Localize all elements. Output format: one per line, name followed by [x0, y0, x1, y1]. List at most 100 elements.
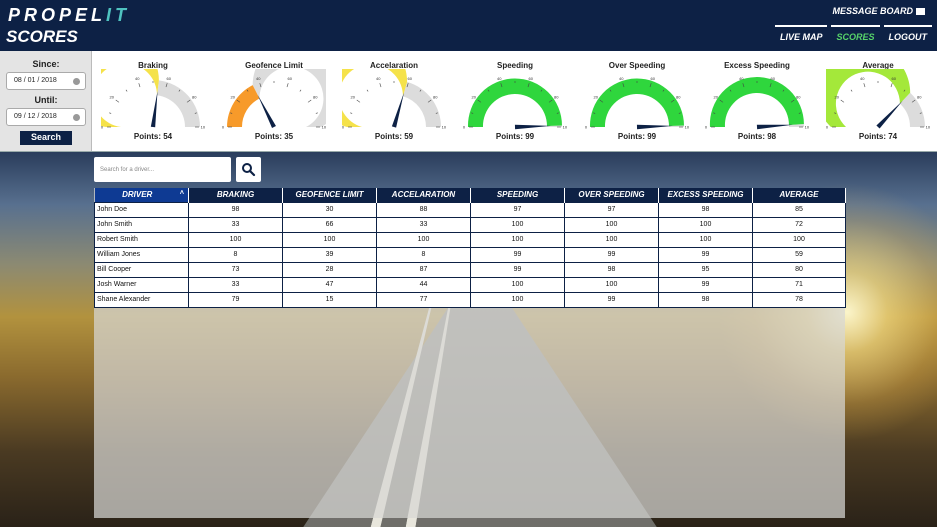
- gauge-tick-label: 100: [926, 125, 930, 130]
- score-cell: 97: [564, 201, 659, 218]
- gauge-tick: [307, 99, 312, 103]
- gauge-tick-label: 80: [554, 95, 559, 100]
- score-cell: 100: [564, 216, 659, 233]
- driver-search-input[interactable]: Search for a driver...: [94, 157, 231, 182]
- score-cell: 33: [188, 216, 283, 233]
- gauge-tick: [315, 112, 318, 114]
- gauge-tick-label: 0: [705, 125, 708, 130]
- driver-name-cell: John Smith: [94, 216, 189, 233]
- gauge-tick-label: 20: [110, 95, 115, 100]
- score-cell: 100: [470, 216, 565, 233]
- gauge-tick-label: 60: [167, 76, 172, 81]
- table-row[interactable]: Josh Warner 33 47 44 100 100 99 71: [94, 276, 846, 293]
- gauge-excess-speeding: Excess SpeedingPoints: 98020406080100: [705, 59, 809, 149]
- until-label: Until:: [34, 95, 58, 105]
- gauge-dial: 0 20 40 60 80 100: [222, 69, 326, 130]
- gauge-tick: [850, 89, 853, 92]
- column-header[interactable]: OVER SPEEDING: [564, 188, 659, 202]
- table-row[interactable]: Shane Alexander 79 15 77 100 99 98 78: [94, 291, 846, 308]
- nav-live-map[interactable]: LIVE MAP: [774, 25, 828, 46]
- gauge-tick-label: 20: [594, 95, 599, 100]
- gauge-tick-label: 20: [351, 95, 356, 100]
- search-submit-button[interactable]: [236, 157, 261, 182]
- message-board-link[interactable]: MESSAGE BOARD: [832, 6, 925, 16]
- column-header[interactable]: BRAKING: [188, 188, 283, 202]
- column-header[interactable]: AVERAGE: [752, 188, 846, 202]
- driver-name-cell: William Jones: [94, 246, 189, 263]
- table-body: John Doe 98 30 88 97 97 98 85 John Smith 33 66 33 10…: [94, 201, 846, 308]
- gauge-tick: [379, 83, 382, 88]
- gauge-points: Points: 99: [617, 132, 657, 141]
- score-cell: 15: [282, 291, 377, 308]
- gauge-over-speeding: Over SpeedingPoints: 99020406080100: [585, 59, 689, 149]
- gauge-fill: [227, 85, 260, 127]
- message-board-label: MESSAGE BOARD: [832, 6, 913, 16]
- driver-name-cell: Robert Smith: [94, 231, 189, 248]
- gauge-tick-label: 100: [201, 125, 205, 130]
- nav-logout[interactable]: LOGOUT: [883, 25, 932, 46]
- gauge-tick-label: 100: [563, 125, 567, 130]
- until-date-input[interactable]: 09 / 12 / 2018: [6, 108, 86, 126]
- score-cell: 98: [658, 291, 753, 308]
- table-row[interactable]: William Jones 8 39 8 99 99 99 59: [94, 246, 846, 263]
- gauge-needle: [150, 91, 158, 128]
- column-header-driver[interactable]: DRIVER ˄: [94, 188, 189, 202]
- column-header[interactable]: SPEEDING: [470, 188, 565, 202]
- gauge-needle: [636, 124, 673, 130]
- score-cell: 97: [470, 201, 565, 218]
- gauge-tick: [863, 83, 866, 88]
- score-cell: 100: [470, 231, 565, 248]
- gauge-band: Since: 08 / 01 / 2018 Until: 09 / 12 / 2…: [0, 51, 937, 152]
- gauge-tick-label: 0: [826, 125, 829, 130]
- clear-icon[interactable]: [73, 78, 80, 85]
- gauge-points: Points: 98: [737, 132, 777, 141]
- gauge-tick-label: 60: [892, 76, 897, 81]
- search-button[interactable]: Search: [20, 131, 72, 145]
- search-icon: [242, 163, 256, 177]
- gauge-track: [402, 81, 441, 127]
- gauge-tick: [299, 89, 302, 92]
- gauge-average: AveragePoints: 74020406080100: [826, 59, 930, 149]
- logo[interactable]: PROPELIT: [8, 5, 130, 26]
- gauge-dial: 0 20 40 60 80 100: [705, 76, 809, 130]
- gauge-speeding: SpeedingPoints: 99020406080100: [463, 59, 567, 149]
- score-cell: 66: [282, 216, 377, 233]
- nav-scores[interactable]: SCORES: [831, 25, 880, 46]
- table-row[interactable]: Bill Cooper 73 28 87 99 98 95 80: [94, 261, 846, 278]
- column-header[interactable]: ACCELARATION: [376, 188, 471, 202]
- gauge-tick-label: 60: [529, 76, 534, 81]
- date-filter-panel: Since: 08 / 01 / 2018 Until: 09 / 12 / 2…: [0, 51, 92, 151]
- score-cell: 99: [470, 261, 565, 278]
- search-placeholder: Search for a driver...: [100, 167, 155, 173]
- gauge-tick: [138, 83, 141, 88]
- score-cell: 99: [564, 246, 659, 263]
- gauge-points: Points: 99: [495, 132, 535, 141]
- score-cell: 99: [564, 291, 659, 308]
- gauge-tick-label: 80: [676, 95, 681, 100]
- table-row[interactable]: John Smith 33 66 33 100 100 100 72: [94, 216, 846, 233]
- column-header[interactable]: EXCESS SPEEDING: [658, 188, 753, 202]
- gauge-needle: [756, 124, 793, 130]
- until-date-value: 09 / 12 / 2018: [14, 113, 57, 120]
- column-header[interactable]: GEOFENCE LIMIT: [282, 188, 377, 202]
- gauge-points: Points: 59: [374, 132, 414, 141]
- score-cell: 100: [376, 231, 471, 248]
- gauge-fill: [467, 78, 562, 127]
- gauge-tick-label: 40: [619, 76, 624, 81]
- gauge-geofence-limit: Geofence LimitPoints: 35020406080100: [222, 59, 326, 149]
- gauge-tick-label: 0: [585, 125, 588, 130]
- score-cell: 80: [752, 261, 846, 278]
- score-cell: 39: [282, 246, 377, 263]
- score-cell: 78: [752, 291, 846, 308]
- gauge-tick-label: 100: [805, 125, 809, 130]
- gauge-dial: 0 20 40 60 80 100: [585, 76, 689, 130]
- sort-ascending-icon[interactable]: ˄: [180, 190, 184, 197]
- table-row[interactable]: John Doe 98 30 88 97 97 98 85: [94, 201, 846, 218]
- clear-icon[interactable]: [73, 114, 80, 121]
- logo-accent: IT: [106, 5, 131, 25]
- gauge-points: Points: 35: [254, 132, 294, 141]
- gauge-tick-label: 40: [135, 76, 140, 81]
- since-date-input[interactable]: 08 / 01 / 2018: [6, 72, 86, 90]
- table-row[interactable]: Robert Smith 100 100 100 100 100 100 100: [94, 231, 846, 248]
- score-cell: 100: [470, 291, 565, 308]
